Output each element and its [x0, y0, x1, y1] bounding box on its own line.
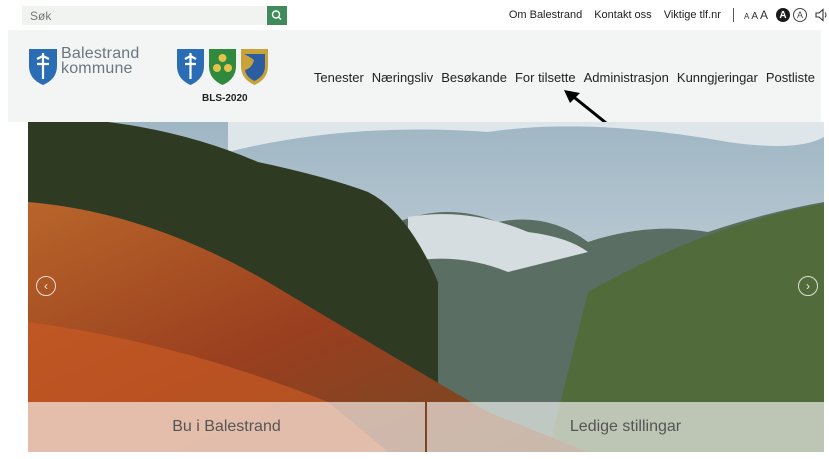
nav-item-naeringsliv[interactable]: Næringsliv [372, 70, 433, 85]
divider [732, 8, 734, 22]
nav-item-postliste[interactable]: Postliste [766, 70, 815, 85]
link-om-balestrand[interactable]: Om Balestrand [509, 9, 582, 21]
shield-gold-icon [241, 49, 268, 85]
chevron-right-icon: › [806, 279, 810, 293]
balestrand-shield-icon[interactable] [28, 48, 58, 86]
font-size-small[interactable]: A [744, 12, 749, 21]
carousel-next-button[interactable]: › [798, 276, 818, 296]
top-utility-bar: Om Balestrand Kontakt oss Viktige tlf.nr… [0, 0, 829, 30]
bls-logo[interactable] [176, 48, 269, 86]
site-header: Balestrand kommune BLS-2020 Tenester Nær… [8, 30, 821, 122]
logo-line-2: kommune [61, 60, 133, 77]
nav-item-kunngjeringar[interactable]: Kunngjeringar [677, 70, 758, 85]
shield-green-icon [209, 49, 236, 85]
nav-item-administrasjon[interactable]: Administrasjon [584, 70, 669, 85]
nav-item-for-tilsette[interactable]: For tilsette [515, 70, 576, 85]
nav-item-tenester[interactable]: Tenester [314, 70, 364, 85]
font-size-medium[interactable]: A [751, 11, 758, 22]
link-kontakt-oss[interactable]: Kontakt oss [594, 9, 651, 21]
font-size-controls: A A A [744, 8, 770, 22]
shield-blue-icon [177, 49, 204, 85]
search-input[interactable] [22, 6, 266, 25]
contrast-dark-button[interactable]: A [776, 8, 790, 22]
nav-item-besokande[interactable]: Besøkande [441, 70, 507, 85]
logo-text[interactable]: Balestrand kommune [61, 45, 140, 77]
bls-label: BLS-2020 [202, 93, 248, 104]
main-nav: Tenester Næringsliv Besøkande For tilset… [306, 70, 815, 85]
hero-tiles: Bu i Balestrand Ledige stillingar [28, 402, 824, 452]
carousel-prev-button[interactable]: ‹ [36, 276, 56, 296]
font-size-large[interactable]: A [760, 8, 768, 22]
chevron-left-icon: ‹ [44, 279, 48, 293]
link-viktige-tlf[interactable]: Viktige tlf.nr [664, 9, 721, 21]
search-button[interactable] [267, 6, 287, 25]
tile-bu-i-balestrand[interactable]: Bu i Balestrand [28, 402, 425, 452]
utility-links: Om Balestrand Kontakt oss Viktige tlf.nr… [509, 5, 829, 25]
speaker-icon[interactable] [815, 8, 829, 22]
tile-ledige-stillingar[interactable]: Ledige stillingar [427, 402, 824, 452]
contrast-light-button[interactable]: A [793, 8, 807, 22]
hero-carousel[interactable]: ‹ › Bu i Balestrand Ledige stillingar [28, 122, 824, 452]
logo-line-1: Balestrand [61, 45, 140, 62]
search-icon [271, 10, 282, 20]
